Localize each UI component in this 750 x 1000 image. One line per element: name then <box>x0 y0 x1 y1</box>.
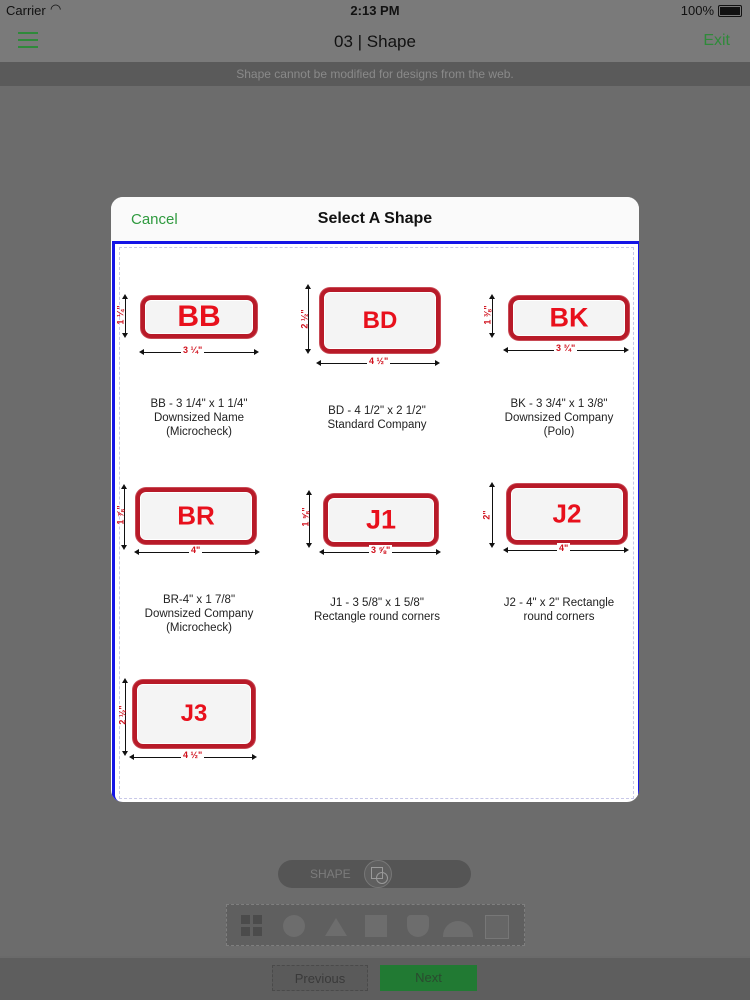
grid-icon[interactable] <box>241 915 263 937</box>
height-label: 1 ¼" <box>115 305 126 325</box>
circle-shape-icon[interactable] <box>283 915 305 937</box>
battery-icon <box>718 5 742 17</box>
navigation-bar: 03 | Shape Exit <box>0 22 750 62</box>
triangle-shape-icon[interactable] <box>325 918 347 936</box>
shape-option-j2[interactable]: 2" J2 4" J2 - 4" x 2" Rectangle round cor… <box>475 482 639 623</box>
battery-percentage: 100% <box>680 3 714 18</box>
width-label: 4" <box>189 545 203 555</box>
width-label: 4 ½" <box>367 356 391 366</box>
shape-caption: BD - 4 1/2" x 2 1/2" Standard Company <box>327 405 427 431</box>
shape-tool-row <box>226 904 525 946</box>
shape-caption: BK - 3 3/4" x 1 3/8" Downsized Company (Po… <box>504 398 614 438</box>
shape-toggle[interactable]: SHAPE <box>278 860 471 888</box>
height-label: 1 ⅞" <box>115 505 126 525</box>
page-title: 03 | Shape <box>334 32 416 51</box>
clock: 2:13 PM <box>350 3 400 18</box>
shape-code: J1 <box>365 504 397 535</box>
shape-option-br[interactable]: 1 ⅞" BR 4" BR-4" x 1 7/8" Downsized Compa… <box>115 482 283 634</box>
select-shape-modal: Cancel Select A Shape 1 ¼" BB 3 ¼" BB - … <box>111 197 639 802</box>
height-label: 2 ½" <box>299 309 310 329</box>
dome-shape-icon[interactable] <box>443 921 473 937</box>
height-label: 1 ⅝" <box>300 507 311 527</box>
image-icon[interactable] <box>485 915 509 939</box>
shape-option-bb[interactable]: 1 ¼" BB 3 ¼" BB - 3 1/4" x 1 1/4" Downsiz… <box>115 286 283 438</box>
footer-bar <box>0 958 750 1000</box>
shape-caption: J1 - 3 5/8" x 1 5/8" Rectangle round corn… <box>314 597 440 623</box>
modal-header: Cancel Select A Shape <box>111 197 639 241</box>
shape-caption: J2 - 4" x 2" Rectangle round corners <box>503 597 615 623</box>
next-button[interactable]: Next <box>380 965 477 991</box>
shape-option-bk[interactable]: 1 ⅜" BK 3 ¾" BK - 3 3/4" x 1 3/8" Downsiz… <box>475 286 639 438</box>
shape-locked-notice: Shape cannot be modified for designs fro… <box>0 62 750 86</box>
shape-code: BB <box>177 300 221 333</box>
shape-caption: BB - 3 1/4" x 1 1/4" Downsized Name (Micro… <box>150 398 248 438</box>
shield-shape-icon[interactable] <box>407 915 429 937</box>
square-shape-icon[interactable] <box>365 915 387 937</box>
exit-button[interactable]: Exit <box>703 32 730 50</box>
width-label: 4" <box>557 543 571 553</box>
status-bar: Carrier ◠ 2:13 PM 100% <box>0 0 750 22</box>
shape-caption: BR-4" x 1 7/8" Downsized Company (Microche… <box>144 594 254 634</box>
shape-code: BD <box>362 306 398 334</box>
width-label: 4 ½" <box>181 750 205 760</box>
width-label: 3 ¾" <box>554 343 578 353</box>
shape-option-j1[interactable]: 1 ⅝" J1 3 ⅝" J1 - 3 5/8" x 1 5/8" Rectang… <box>293 482 461 623</box>
previous-button[interactable]: Previous <box>272 965 368 991</box>
shape-code: J2 <box>552 498 582 529</box>
modal-title: Select A Shape <box>317 210 433 227</box>
shape-code: BR <box>177 500 215 531</box>
shape-code: J3 <box>180 700 208 727</box>
shape-code: BK <box>549 302 589 333</box>
height-label: 1 ⅜" <box>482 305 493 325</box>
height-label: 2 ½" <box>117 705 128 725</box>
height-label: 2" <box>481 510 492 520</box>
shape-option-j3[interactable]: 2 ½" J3 4 ½" <box>115 676 283 772</box>
shape-mode-icon <box>364 860 392 888</box>
shape-grid: 1 ¼" BB 3 ¼" BB - 3 1/4" x 1 1/4" Downsiz… <box>112 241 639 802</box>
shape-toggle-label: SHAPE <box>310 867 351 881</box>
width-label: 3 ¼" <box>181 345 205 355</box>
width-label: 3 ⅝" <box>369 545 393 555</box>
shape-option-bd[interactable]: 2 ½" BD 4 ½" BD - 4 1/2" x 2 1/2" Standar… <box>293 284 461 431</box>
